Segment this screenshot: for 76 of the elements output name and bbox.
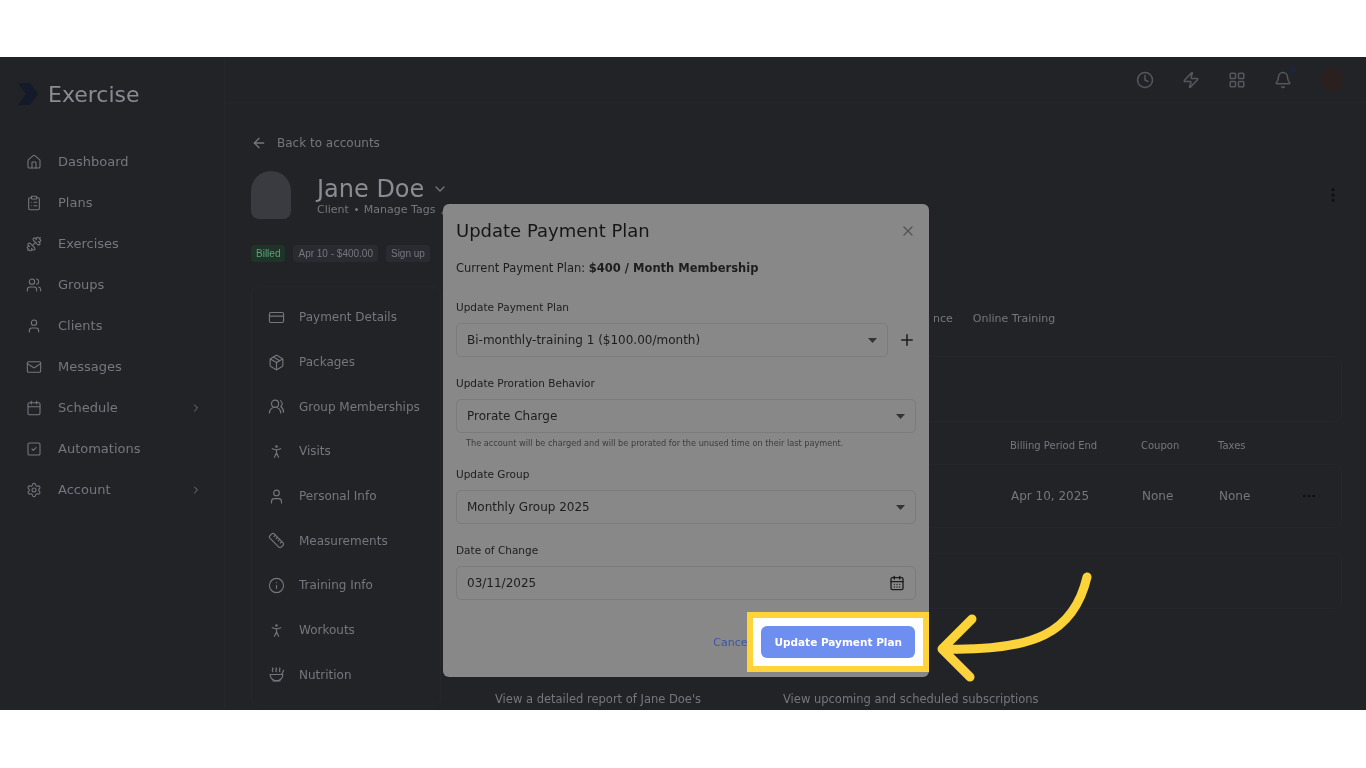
account-nav-item[interactable]: Packages <box>268 339 424 385</box>
select-field[interactable]: Bi-monthly-training 1 ($100.00/month) <box>456 323 888 357</box>
select-field[interactable]: Monthly Group 2025 <box>456 490 916 524</box>
card-description: View upcoming and scheduled subscriptions <box>783 692 1040 706</box>
table-cell-text: None <box>1142 489 1175 503</box>
account-nav-item[interactable]: Payment Details <box>268 295 424 340</box>
current-plan-text: Current Payment Plan: $400 / Month Membership <box>456 261 760 275</box>
field-hint: The account will be charged and will be prorated for the unused time on their last payment. <box>466 438 845 448</box>
dialog-title: Update Payment Plan <box>456 220 650 241</box>
clock-icon[interactable] <box>1136 70 1154 89</box>
column-header: Coupon <box>1141 439 1181 451</box>
sidebar-item[interactable]: Plans <box>16 182 224 223</box>
field-label: Date of Change <box>456 544 540 556</box>
dumbbell-icon <box>26 235 42 252</box>
column-header: Taxes <box>1218 439 1247 451</box>
package-icon <box>268 353 285 371</box>
manage-tags-link[interactable]: Manage Tags <box>363 202 436 216</box>
tab[interactable]: Online Training <box>972 311 1056 325</box>
bell-icon[interactable] <box>1274 70 1292 89</box>
sidebar-item[interactable]: Schedule <box>16 387 224 428</box>
date-field[interactable]: 03/11/2025 <box>456 566 916 600</box>
info-chip: Apr 10 - $400.00 <box>293 245 378 262</box>
sidebar-item[interactable]: Messages <box>16 346 224 387</box>
clipboard-icon <box>26 194 42 211</box>
account-nav-item[interactable]: Workouts <box>268 607 424 653</box>
back-link[interactable]: Back to accounts <box>251 135 1342 151</box>
calendar-icon[interactable] <box>889 575 905 591</box>
field-label: Update Proration Behavior <box>456 377 596 389</box>
account-nav-item[interactable]: Group Memberships <box>268 384 424 429</box>
sidebar-item[interactable]: Automations <box>16 428 224 469</box>
cancel-button[interactable]: Cance <box>713 635 748 649</box>
caret-icon <box>868 337 877 343</box>
person-icon <box>26 317 42 334</box>
status-badge: Billed <box>251 245 286 262</box>
field-label: Update Group <box>456 468 531 480</box>
caret-icon <box>896 504 905 510</box>
select-field[interactable]: Prorate Charge <box>456 399 916 433</box>
lightning-icon[interactable] <box>1182 70 1200 89</box>
account-nav-item[interactable]: Nutrition <box>268 652 424 698</box>
info-icon <box>268 576 285 594</box>
tab[interactable]: nce <box>933 311 953 325</box>
person-icon <box>268 487 285 505</box>
table-cell-text: None <box>1219 489 1252 503</box>
table-cell-text: Apr 10, 2025 <box>1011 489 1090 503</box>
add-button[interactable] <box>898 331 916 349</box>
checkbox-icon <box>26 440 42 457</box>
sidebar-item[interactable]: Groups <box>16 264 224 305</box>
arrow-left-icon <box>251 135 267 151</box>
update-payment-plan-button[interactable]: Update Payment Plan <box>761 626 915 658</box>
home-icon <box>26 153 42 170</box>
caret-icon <box>896 413 905 419</box>
people-icon <box>26 276 42 293</box>
grid-icon[interactable] <box>1228 70 1246 89</box>
client-role: Client <box>317 202 349 216</box>
settings-icon <box>26 481 42 498</box>
account-nav-item[interactable]: Personal Info <box>268 473 424 519</box>
sidebar-item[interactable]: Dashboard <box>16 141 224 182</box>
ruler-icon <box>268 532 285 550</box>
card-description: View a detailed report of Jane Doe's <box>495 692 703 706</box>
envelope-icon <box>26 358 42 375</box>
client-name: Jane Doe <box>317 174 425 203</box>
separator-dot <box>354 207 358 211</box>
account-nav-item[interactable]: Visits <box>268 429 424 474</box>
account-nav-item[interactable]: Training Info <box>268 563 424 608</box>
field-label: Update Payment Plan <box>456 301 570 313</box>
calendar-icon <box>26 399 42 416</box>
bowl-icon <box>268 666 285 684</box>
avatar-silhouette <box>251 171 291 219</box>
people-icon <box>268 398 285 416</box>
sidebar-item[interactable]: Exercises <box>16 223 224 264</box>
sidebar-item[interactable]: Clients <box>16 305 224 346</box>
app-logo-text: Exercise <box>48 81 140 107</box>
column-header: Billing Period End <box>1010 439 1099 451</box>
sidebar-item[interactable]: Account <box>16 469 224 510</box>
account-nav-item[interactable]: Measurements <box>268 518 424 564</box>
info-chip: Sign up <box>385 245 430 262</box>
